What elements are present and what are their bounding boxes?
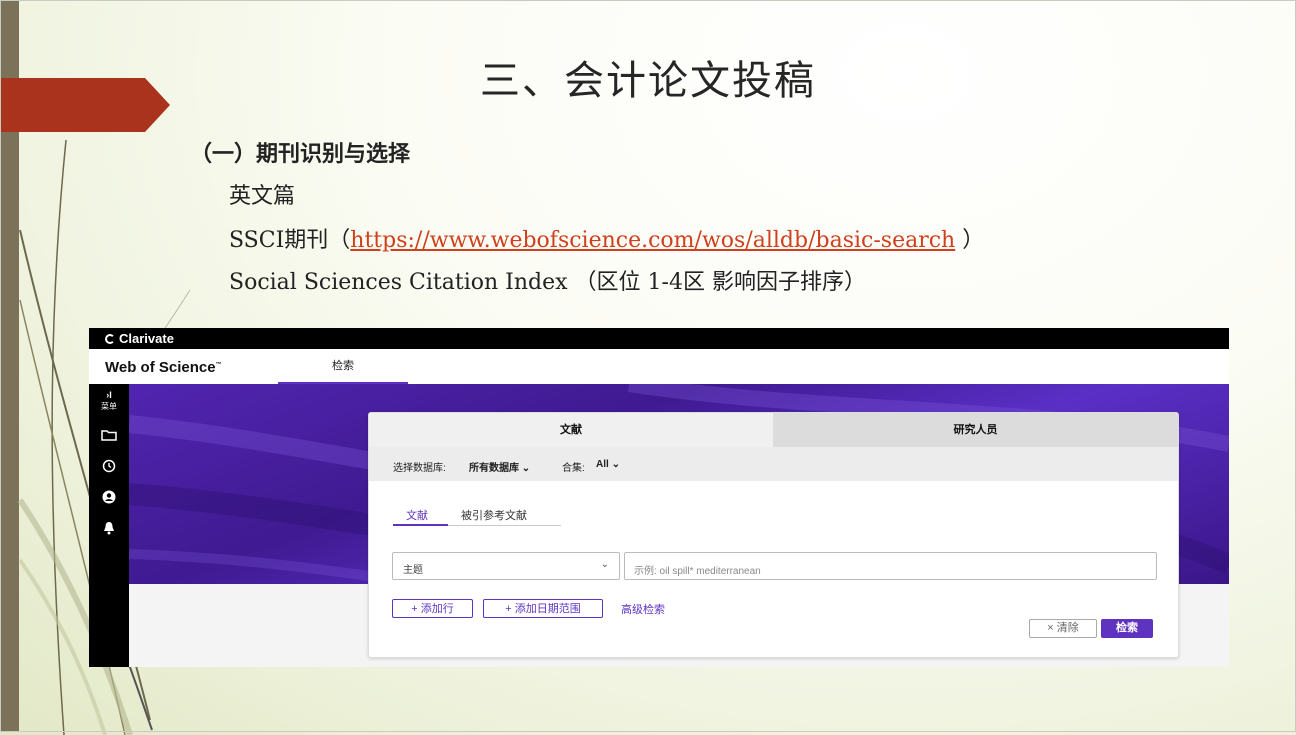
ssci-index-line: Social Sciences Citation Index （区位 1-4区 …	[229, 270, 866, 295]
search-field-select[interactable]: 主题 ⌄	[392, 552, 620, 580]
bell-icon[interactable]	[89, 521, 129, 540]
wos-trademark: ™	[215, 362, 222, 368]
clarivate-label: Clarivate	[119, 331, 174, 346]
collection-value: All	[596, 459, 609, 470]
sidebar-menu-label[interactable]: 菜单	[89, 401, 129, 412]
ssci-suffix: ）	[955, 228, 985, 253]
clarivate-logo-icon	[105, 334, 115, 344]
search-field-value: 主题	[403, 565, 423, 576]
sidebar-expand-icon[interactable]: ›I	[89, 390, 129, 400]
chevron-down-icon: ⌄	[600, 559, 609, 570]
slide-title: 三、会计论文投稿	[480, 58, 816, 104]
clear-button[interactable]: × 清除	[1029, 619, 1097, 638]
tab-researchers[interactable]: 研究人员	[773, 413, 1178, 447]
wos-navbar: Web of Science™ 检索	[89, 349, 1229, 385]
search-input[interactable]: 示例: oil spill* mediterranean	[624, 552, 1157, 580]
clarivate-brand[interactable]: Clarivate	[105, 331, 174, 346]
search-button[interactable]: 检索	[1101, 619, 1153, 638]
wos-logo[interactable]: Web of Science™	[105, 359, 222, 376]
search-card: 文献 研究人员 选择数据库: 所有数据库 ⌄ 合集: All ⌄ 文献 被引参考…	[368, 412, 1179, 658]
sidebar: ›I 菜单	[89, 384, 129, 667]
ssci-prefix: SSCI期刊（	[229, 228, 351, 253]
subtab-active-indicator	[393, 524, 448, 526]
add-date-range-button[interactable]: + 添加日期范围	[483, 599, 603, 618]
history-icon[interactable]	[89, 459, 129, 478]
chevron-down-icon: ⌄	[611, 459, 620, 470]
database-selector-row: 选择数据库: 所有数据库 ⌄ 合集: All ⌄	[369, 447, 1178, 481]
add-row-button[interactable]: + 添加行	[392, 599, 473, 618]
account-icon[interactable]	[89, 490, 129, 509]
english-label: 英文篇	[229, 184, 296, 209]
nav-tab-search[interactable]: 检索	[278, 349, 408, 384]
ssci-link[interactable]: https://www.webofscience.com/wos/alldb/b…	[350, 228, 955, 253]
database-dropdown[interactable]: 所有数据库 ⌄	[469, 459, 530, 474]
section-heading: （一）期刊识别与选择	[190, 141, 411, 167]
subtab-underline	[393, 524, 561, 526]
chevron-down-icon: ⌄	[521, 463, 531, 474]
clarivate-topbar: Clarivate	[89, 328, 1229, 349]
collection-label: 合集:	[562, 463, 585, 474]
collection-dropdown[interactable]: All ⌄	[596, 459, 620, 470]
wos-logo-text: Web of Science	[105, 359, 216, 376]
database-value: 所有数据库	[469, 463, 519, 474]
folder-icon[interactable]	[89, 428, 129, 446]
tab-documents[interactable]: 文献	[369, 413, 773, 447]
subtab-documents[interactable]: 文献	[406, 507, 428, 523]
ssci-line: SSCI期刊（https://www.webofscience.com/wos/…	[229, 222, 984, 254]
subtab-cited-references[interactable]: 被引参考文献	[461, 507, 527, 523]
wos-screenshot: Clarivate Web of Science™ 检索 ›I 菜单 文献 研究…	[89, 328, 1229, 667]
database-label: 选择数据库:	[393, 463, 446, 474]
advanced-search-link[interactable]: 高级检索	[621, 601, 665, 617]
